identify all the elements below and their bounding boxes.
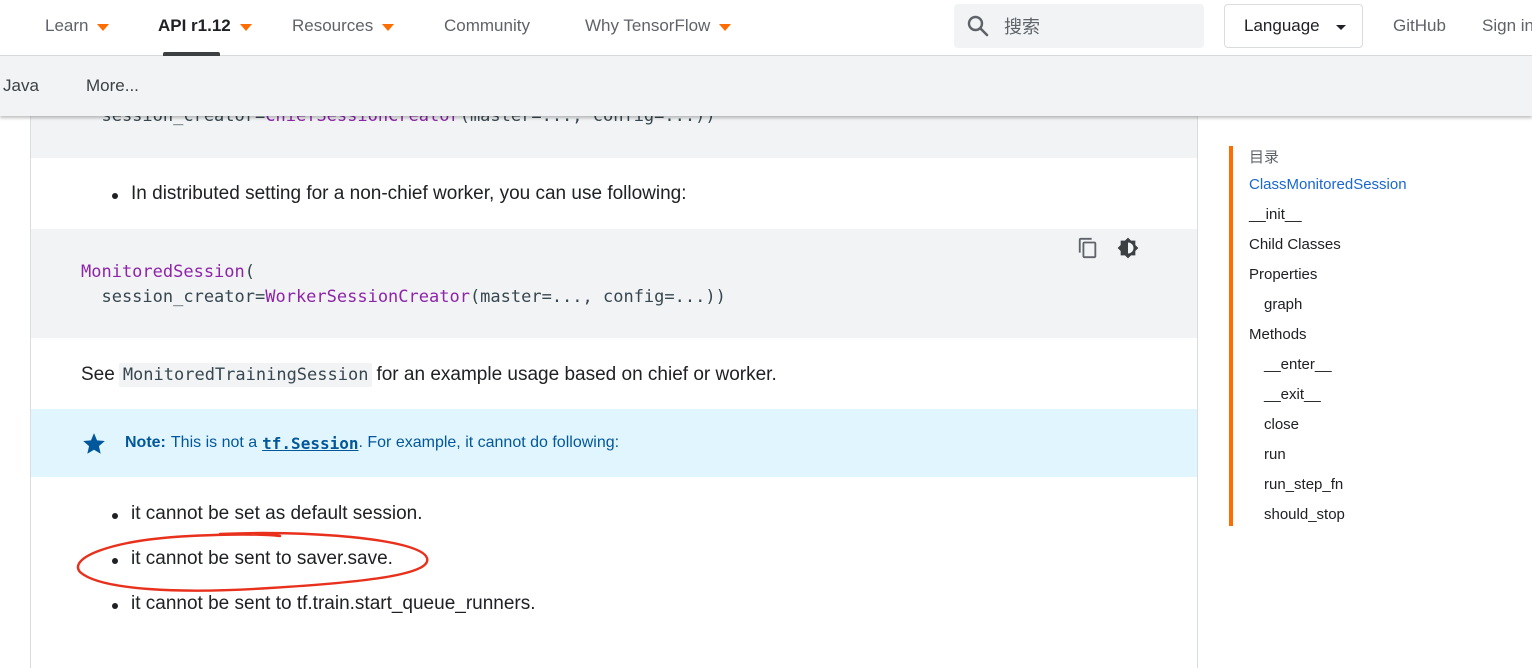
nav-resources-label: Resources <box>292 16 374 35</box>
see-paragraph: See MonitoredTrainingSession for an exam… <box>81 360 777 390</box>
note-text-after: . For example, it cannot do following: <box>358 434 620 451</box>
toc-item-class-monitored-session[interactable]: ClassMonitoredSession <box>1249 176 1407 193</box>
see-prefix: See <box>81 364 115 385</box>
note-text-before: This is not a <box>170 434 258 451</box>
note-callout: Note: This is not a tf.Session . For exa… <box>31 409 1197 477</box>
toc-item-run[interactable]: run <box>1264 446 1286 463</box>
search-icon <box>967 15 989 37</box>
nav-learn-label: Learn <box>45 16 89 35</box>
toc-item-run-step-fn[interactable]: run_step_fn <box>1264 476 1343 493</box>
nav-community[interactable]: Community <box>444 0 530 52</box>
toc-item-close[interactable]: close <box>1264 416 1299 433</box>
toc-item-should-stop[interactable]: should_stop <box>1264 506 1345 523</box>
nav-why-tensorflow-label: Why TensorFlow <box>585 16 711 35</box>
caret-down-icon <box>382 23 395 31</box>
list-item: it cannot be sent to tf.train.start_queu… <box>112 593 536 614</box>
top-navigation: Learn API r1.12 Resources Community Why … <box>0 0 1532 56</box>
caret-down-icon <box>97 23 110 31</box>
caret-down-icon <box>719 23 732 31</box>
list-item: it cannot be sent to saver.save. <box>112 548 393 569</box>
toc-item-enter[interactable]: __enter__ <box>1264 356 1332 373</box>
subnav-more[interactable]: More... <box>86 56 139 116</box>
nav-resources[interactable]: Resources <box>292 0 395 52</box>
main-content: session_creator=ChiefSessionCreator(mast… <box>30 116 1198 668</box>
note-text: Note: This is not a tf.Session . For exa… <box>125 409 619 477</box>
nav-learn[interactable]: Learn <box>45 0 110 52</box>
language-select[interactable]: Language <box>1224 4 1363 48</box>
chevron-down-icon <box>1336 25 1346 30</box>
caret-down-icon <box>239 23 252 31</box>
copy-icon[interactable] <box>1077 237 1099 259</box>
language-select-label: Language <box>1244 16 1320 35</box>
sub-navigation: Java More... <box>0 56 1532 116</box>
search-input[interactable]: 搜索 <box>1004 4 1040 48</box>
nav-community-label: Community <box>444 16 530 35</box>
toc-item-graph[interactable]: graph <box>1264 296 1302 313</box>
see-suffix: for an example usage based on chief or w… <box>376 364 777 385</box>
code-block-chief: session_creator=ChiefSessionCreator(mast… <box>31 116 1197 158</box>
code-line: MonitoredSession( <box>81 262 256 282</box>
tf-session-link[interactable]: tf.Session <box>262 434 358 453</box>
subnav-java[interactable]: Java <box>3 56 39 116</box>
toc-item-child-classes[interactable]: Child Classes <box>1249 236 1341 253</box>
search-box[interactable]: 搜索 <box>954 4 1204 48</box>
nav-api-label: API r1.12 <box>158 16 231 35</box>
toc-item-init[interactable]: __init__ <box>1249 206 1302 223</box>
inline-code-monitored-training-session: MonitoredTrainingSession <box>118 363 373 387</box>
sign-in-link[interactable]: Sign in <box>1482 0 1532 52</box>
toc-title: 目录 <box>1249 149 1280 166</box>
github-link[interactable]: GitHub <box>1393 0 1446 52</box>
dark-theme-toggle-icon[interactable] <box>1117 237 1139 259</box>
toc-item-properties[interactable]: Properties <box>1249 266 1317 283</box>
code-line: session_creator=WorkerSessionCreator(mas… <box>81 287 726 307</box>
nav-why-tensorflow[interactable]: Why TensorFlow <box>585 0 732 52</box>
table-of-contents: 目录 ClassMonitoredSession __init__ Child … <box>1229 146 1529 526</box>
note-label: Note: <box>125 434 166 451</box>
toc-item-methods[interactable]: Methods <box>1249 326 1307 343</box>
list-item: In distributed setting for a non-chief w… <box>112 183 687 204</box>
toc-item-exit[interactable]: __exit__ <box>1264 386 1321 403</box>
nav-api[interactable]: API r1.12 <box>158 0 252 52</box>
code-block-worker: MonitoredSession( session_creator=Worker… <box>31 229 1197 338</box>
list-item: it cannot be set as default session. <box>112 503 423 524</box>
star-icon <box>83 433 105 454</box>
code-line: session_creator=ChiefSessionCreator(mast… <box>81 116 716 126</box>
